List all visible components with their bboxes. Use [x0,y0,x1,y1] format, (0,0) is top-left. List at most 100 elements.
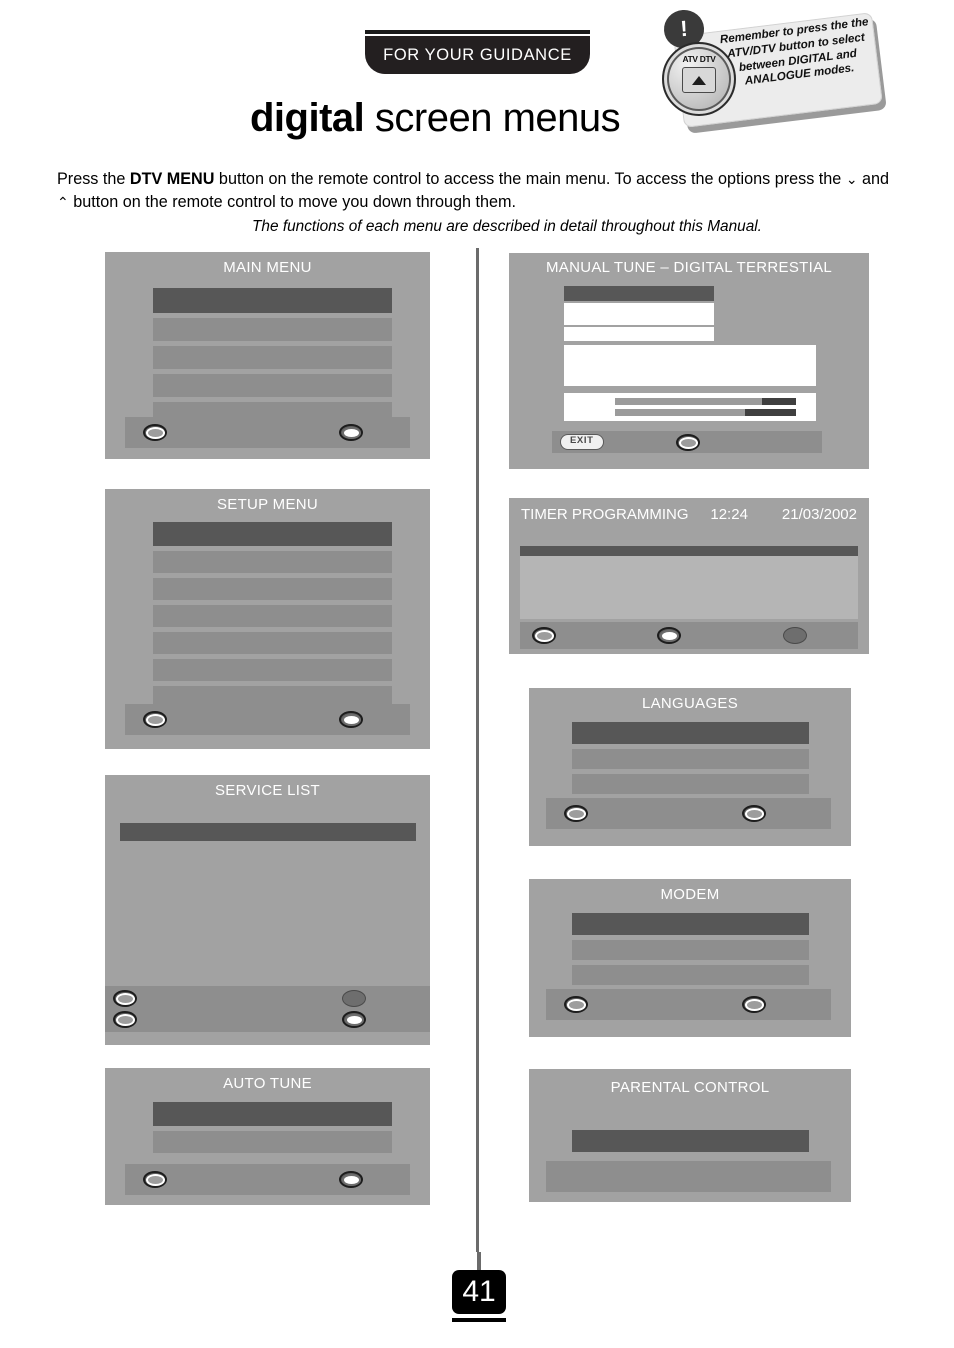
menu-row[interactable] [572,749,809,769]
timer-header-bar[interactable] [520,546,858,556]
nav-button-icon[interactable] [143,1171,167,1188]
atv-dtv-button-icon [682,67,716,93]
exit-button[interactable]: EXIT [560,434,604,450]
screen-service-list-title: SERVICE LIST [214,782,321,799]
up-arrow-icon: ⌃ [57,194,69,210]
atv-dtv-knob-label: ATV DTV [682,54,716,64]
screen-service-list: SERVICE LIST [105,775,430,1045]
screen-setup-menu-footer [125,704,410,735]
screen-main-menu-footer [125,417,410,448]
screen-languages: LANGUAGES [529,688,851,846]
menu-row-selected[interactable] [153,522,392,546]
signal-quality-track [615,409,796,416]
atv-dtv-knob-icon: ATV DTV [662,42,736,116]
nav-button-icon[interactable] [143,711,167,728]
nav-button-icon[interactable] [676,434,700,451]
ok-button-icon[interactable] [657,627,681,644]
screen-setup-menu: SETUP MENU [105,489,430,749]
ok-button-icon[interactable] [742,805,766,822]
nav-button-icon[interactable] [564,996,588,1013]
screen-setup-menu-title: SETUP MENU [216,496,319,513]
screen-timer-programming-title: TIMER PROGRAMMING [521,506,689,523]
screen-manual-tune: MANUAL TUNE – DIGITAL TERRESTIAL EXIT [509,253,869,469]
ok-button-icon[interactable] [742,996,766,1013]
menu-row-selected[interactable] [572,913,809,935]
intro-text-c: and [857,170,890,188]
screen-timer-programming-header: TIMER PROGRAMMING 12:24 21/03/2002 [521,506,857,523]
screen-parental-control-footer [546,1161,831,1192]
menu-row-selected[interactable] [572,722,809,744]
signal-panel [564,393,816,421]
ok-button-icon[interactable] [339,1171,363,1188]
intro-text-d: button on the remote control to move you… [68,193,516,211]
screen-parental-control: PARENTAL CONTROL [529,1069,851,1202]
menu-row-selected[interactable] [153,288,392,313]
ok-button-icon[interactable] [339,711,363,728]
menu-row[interactable] [153,632,392,654]
intro-text-b: button on the remote control to access t… [214,170,846,188]
screen-auto-tune: AUTO TUNE [105,1068,430,1205]
intro-note: The functions of each menu are described… [252,218,762,235]
menu-row[interactable] [153,318,392,341]
ok-button-icon[interactable] [342,1011,366,1028]
menu-row[interactable] [153,551,392,573]
timer-time: 12:24 [710,506,748,523]
field-row-white[interactable] [564,303,714,325]
timer-list-panel[interactable] [520,556,858,619]
menu-row[interactable] [153,1131,392,1153]
column-divider [476,248,479,1252]
screen-manual-tune-footer: EXIT [552,431,822,453]
screen-modem-rows [572,913,809,985]
menu-row[interactable] [153,659,392,681]
field-row-selected[interactable] [564,286,714,301]
menu-row[interactable] [572,965,809,985]
page-number-stem [477,1252,481,1270]
screen-auto-tune-footer [125,1164,410,1195]
menu-row[interactable] [153,605,392,627]
triangle-up-icon [692,75,706,85]
screen-manual-tune-title: MANUAL TUNE – DIGITAL TERRESTIAL [545,259,833,276]
screen-main-menu: MAIN MENU [105,252,430,459]
blank-button-icon[interactable] [783,627,807,644]
screen-service-list-rows [120,823,416,841]
info-panel [564,345,816,386]
page-number: 41 [452,1270,506,1314]
page-title-bold: digital [250,96,365,140]
nav-button-icon[interactable] [564,805,588,822]
field-row-white-2[interactable] [564,327,714,341]
ok-button-icon[interactable] [339,424,363,441]
intro-text-a: Press the [57,170,130,188]
screen-service-list-footer [105,986,430,1032]
menu-row[interactable] [572,774,809,794]
page-title: digital screen menus [250,96,621,141]
screen-timer-programming-footer [520,622,858,649]
down-arrow-icon: ⌄ [845,171,858,187]
intro-text-bold: DTV MENU [129,170,215,188]
menu-row[interactable] [153,374,392,397]
screen-auto-tune-title: AUTO TUNE [223,1075,312,1092]
screen-timer-programming: TIMER PROGRAMMING 12:24 21/03/2002 [509,498,869,654]
menu-row[interactable] [153,578,392,600]
screen-languages-rows [572,722,809,794]
nav-button-icon[interactable] [113,990,137,1007]
nav-button-icon[interactable] [143,424,167,441]
timer-date: 21/03/2002 [781,506,857,523]
atv-dtv-reminder-badge: Remember to press the the ATV/DTV button… [660,8,892,140]
screen-languages-title: LANGUAGES [641,695,739,712]
menu-row-selected[interactable] [153,1102,392,1126]
signal-quality-fill [745,409,796,416]
blank-button-icon[interactable] [342,990,366,1007]
guidance-tab-rule [365,30,590,34]
guidance-tab-label: FOR YOUR GUIDANCE [365,36,590,74]
intro-paragraph: Press the DTV MENU button on the remote … [57,168,897,238]
guidance-tab-container: FOR YOUR GUIDANCE [365,30,590,74]
signal-strength-fill [762,398,796,405]
screen-main-menu-title: MAIN MENU [223,259,312,276]
menu-row[interactable] [153,346,392,369]
menu-row[interactable] [572,940,809,960]
nav-button-icon[interactable] [532,627,556,644]
parental-row-selected[interactable] [572,1130,809,1152]
screen-manual-tune-fields [564,286,714,341]
service-row-selected[interactable] [120,823,416,841]
nav-button-icon-2[interactable] [113,1011,137,1028]
